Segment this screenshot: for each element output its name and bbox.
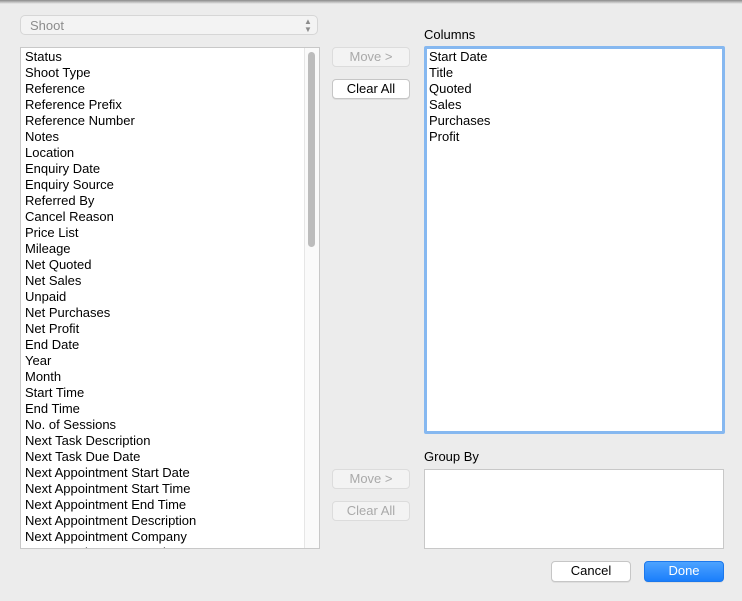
group-by-list[interactable]: [424, 469, 724, 549]
list-item[interactable]: Location: [25, 145, 196, 161]
list-item[interactable]: Next Appointment Company: [25, 529, 196, 545]
list-item[interactable]: Next Appointment Start Date: [25, 465, 196, 481]
list-item[interactable]: Next Appointment Start Time: [25, 481, 196, 497]
list-item[interactable]: End Date: [25, 337, 196, 353]
list-item[interactable]: Mileage: [25, 241, 196, 257]
list-item[interactable]: Net Purchases: [25, 305, 196, 321]
list-item[interactable]: Start Date: [429, 49, 490, 65]
list-item[interactable]: Quoted: [429, 81, 490, 97]
group-by-move-button[interactable]: Move >: [332, 469, 410, 489]
group-by-label: Group By: [424, 449, 479, 464]
list-item[interactable]: Next Task Due Date: [25, 449, 196, 465]
columns-clear-all-button[interactable]: Clear All: [332, 79, 410, 99]
list-item[interactable]: Net Quoted: [25, 257, 196, 273]
list-item[interactable]: Reference Number: [25, 113, 196, 129]
list-item[interactable]: Next Appointment Description: [25, 513, 196, 529]
source-select[interactable]: Shoot ▲ ▼: [20, 15, 318, 35]
list-item[interactable]: Status: [25, 49, 196, 65]
list-item[interactable]: Title: [429, 65, 490, 81]
available-fields-items: Status Shoot Type Reference Reference Prefi…: [25, 49, 196, 548]
list-item[interactable]: Shoot Type: [25, 65, 196, 81]
list-item[interactable]: Start Time: [25, 385, 196, 401]
available-fields-list[interactable]: Status Shoot Type Reference Reference Prefi…: [20, 47, 320, 549]
list-item[interactable]: Notes: [25, 129, 196, 145]
list-item[interactable]: End Time: [25, 401, 196, 417]
columns-move-button[interactable]: Move >: [332, 47, 410, 67]
list-item[interactable]: Net Sales: [25, 273, 196, 289]
list-item[interactable]: Price List: [25, 225, 196, 241]
list-item[interactable]: Net Profit: [25, 321, 196, 337]
columns-label: Columns: [424, 27, 476, 42]
list-item[interactable]: Sales: [429, 97, 490, 113]
source-select-value: Shoot: [30, 18, 64, 33]
list-item[interactable]: Enquiry Date: [25, 161, 196, 177]
scrollbar-thumb[interactable]: [308, 52, 315, 247]
list-item[interactable]: Enquiry Source: [25, 177, 196, 193]
list-item[interactable]: Next Task Description: [25, 433, 196, 449]
cancel-button[interactable]: Cancel: [551, 561, 631, 582]
chevron-updown-icon: ▲ ▼: [304, 17, 312, 34]
list-item[interactable]: Next Appointment End Time: [25, 497, 196, 513]
list-item[interactable]: Reference Prefix: [25, 97, 196, 113]
columns-list[interactable]: Start Date Title Quoted Sales Purchases Profi…: [424, 46, 725, 434]
list-item[interactable]: Reference: [25, 81, 196, 97]
list-item[interactable]: Profit: [429, 129, 490, 145]
done-button[interactable]: Done: [644, 561, 724, 582]
list-item[interactable]: Next Appointment Location: [25, 545, 196, 548]
window-top-edge: [0, 0, 742, 4]
list-item[interactable]: No. of Sessions: [25, 417, 196, 433]
list-item[interactable]: Purchases: [429, 113, 490, 129]
list-item[interactable]: Referred By: [25, 193, 196, 209]
list-item[interactable]: Unpaid: [25, 289, 196, 305]
list-item[interactable]: Year: [25, 353, 196, 369]
group-by-clear-all-button[interactable]: Clear All: [332, 501, 410, 521]
scrollbar[interactable]: [304, 48, 319, 548]
columns-items: Start Date Title Quoted Sales Purchases Profi…: [429, 49, 490, 145]
list-item[interactable]: Month: [25, 369, 196, 385]
list-item[interactable]: Cancel Reason: [25, 209, 196, 225]
